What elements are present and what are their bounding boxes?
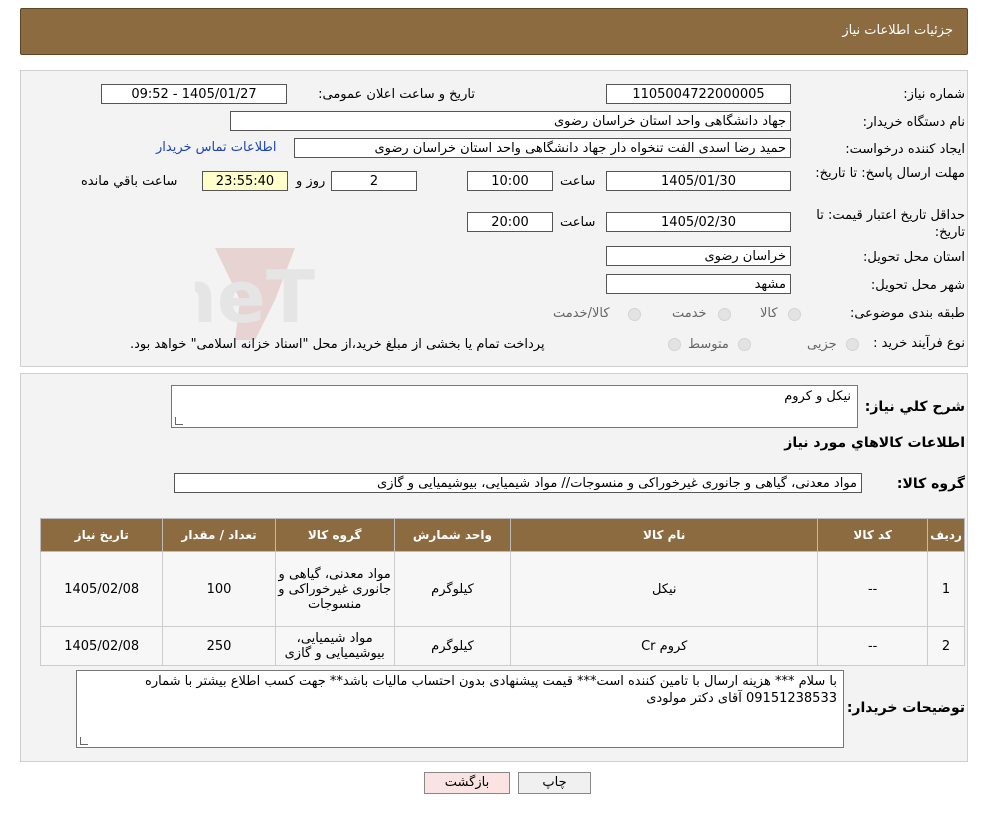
summary-textarea[interactable]: نیکل و کروم bbox=[171, 385, 858, 428]
validity-time-field[interactable]: 20:00 bbox=[467, 212, 553, 232]
need-number-label: شماره نیاز: bbox=[903, 87, 965, 102]
col-goods-group: گروه کالا bbox=[274, 518, 395, 552]
treasury-payment-checkbox[interactable] bbox=[668, 338, 681, 351]
page-title: جزئیات اطلاعات نیاز bbox=[842, 23, 953, 38]
treasury-payment-note: پرداخت تمام یا بخشی از مبلغ خرید،از محل … bbox=[130, 337, 545, 352]
announce-datetime-field[interactable]: 1405/01/27 - 09:52 bbox=[101, 84, 287, 104]
category-option-goods-service: کالا/خدمت bbox=[553, 306, 610, 321]
time-remaining-label: ساعت باقي مانده bbox=[81, 174, 178, 189]
col-item-code: کد کالا bbox=[817, 518, 929, 552]
items-section-title: اطلاعات کالاهاي مورد نياز bbox=[784, 435, 965, 451]
deadline-time-label: ساعت bbox=[560, 174, 596, 189]
goods-group-field[interactable]: مواد معدنی، گیاهی و جانوری غیرخوراکی و م… bbox=[174, 473, 862, 493]
summary-label: شرح کلي نياز: bbox=[864, 399, 965, 415]
process-option-medium: متوسط bbox=[688, 337, 729, 352]
item-group: مواد معدنی، گیاهی و جانوری غیرخوراکی و م… bbox=[274, 551, 395, 627]
table-row: 2 -- کروم Cr کیلوگرم مواد شیمیایی، بیوشی… bbox=[39, 626, 965, 666]
buyer-contact-link[interactable]: اطلاعات تماس خریدار bbox=[156, 140, 276, 155]
category-radio-goods[interactable] bbox=[788, 308, 801, 321]
process-option-minor: جزیی bbox=[807, 337, 837, 352]
item-code: -- bbox=[817, 626, 929, 666]
category-option-goods: کالا bbox=[760, 306, 778, 321]
resize-handle-icon[interactable] bbox=[175, 417, 183, 425]
days-label: روز و bbox=[296, 174, 326, 189]
buyer-notes-text: با سلام *** هزینه ارسال با تامین کننده ا… bbox=[145, 674, 837, 706]
item-group: مواد شیمیایی، بیوشیمیایی و گازی bbox=[274, 626, 395, 666]
validity-date-field[interactable]: 1405/02/30 bbox=[606, 212, 791, 232]
print-button[interactable]: چاپ bbox=[518, 772, 591, 794]
item-unit: کیلوگرم bbox=[393, 626, 512, 666]
item-quantity: 100 bbox=[162, 551, 276, 627]
process-radio-medium[interactable] bbox=[738, 338, 751, 351]
col-quantity: تعداد / مقدار bbox=[162, 518, 276, 552]
table-row: 1 -- نیکل کیلوگرم مواد معدنی، گیاهی و جا… bbox=[39, 551, 965, 627]
announce-label: تاریخ و ساعت اعلان عمومی: bbox=[318, 87, 475, 102]
buyer-org-label: نام دستگاه خریدار: bbox=[862, 115, 965, 130]
deadline-label: مهلت ارسال پاسخ: تا تاریخ: bbox=[815, 166, 965, 181]
deadline-date-field[interactable]: 1405/01/30 bbox=[606, 171, 791, 191]
item-need-date: 1405/02/08 bbox=[39, 626, 164, 666]
creator-label: ایجاد کننده درخواست: bbox=[845, 142, 965, 157]
price-validity-label: حداقل تاریخ اعتبار قیمت: تا تاریخ: bbox=[816, 208, 965, 240]
category-option-service: خدمت bbox=[672, 306, 707, 321]
days-remaining-field[interactable]: 2 bbox=[331, 171, 417, 191]
summary-text: نیکل و کروم bbox=[784, 389, 851, 404]
row-number: 2 bbox=[927, 626, 965, 666]
process-radio-minor[interactable] bbox=[846, 338, 859, 351]
page-header: جزئیات اطلاعات نیاز bbox=[20, 8, 968, 55]
city-label: شهر محل تحویل: bbox=[870, 278, 965, 293]
row-number: 1 bbox=[927, 551, 965, 627]
category-radio-goods-service[interactable] bbox=[628, 308, 641, 321]
province-label: استان محل تحویل: bbox=[863, 250, 965, 265]
item-code: -- bbox=[817, 551, 929, 627]
item-name: نیکل bbox=[510, 551, 819, 627]
item-quantity: 250 bbox=[162, 626, 276, 666]
process-type-label: نوع فرآیند خرید : bbox=[873, 336, 965, 351]
time-remaining-field[interactable]: 23:55:40 bbox=[202, 171, 288, 191]
province-field[interactable]: خراسان رضوی bbox=[606, 246, 791, 266]
item-unit: کیلوگرم bbox=[393, 551, 512, 627]
col-need-date: تاریخ نیاز bbox=[39, 518, 164, 552]
category-radio-service[interactable] bbox=[718, 308, 731, 321]
back-button[interactable]: بازگشت bbox=[424, 772, 510, 794]
goods-group-label: گروه کالا: bbox=[896, 476, 965, 492]
deadline-time-field[interactable]: 10:00 bbox=[467, 171, 553, 191]
col-item-name: نام کالا bbox=[510, 518, 819, 552]
items-table-header: ردیف کد کالا نام کالا واحد شمارش گروه کا… bbox=[39, 518, 965, 552]
item-need-date: 1405/02/08 bbox=[39, 551, 164, 627]
buyer-org-field[interactable]: جهاد دانشگاهی واحد استان خراسان رضوی bbox=[230, 111, 791, 131]
col-unit: واحد شمارش bbox=[393, 518, 512, 552]
item-name: کروم Cr bbox=[510, 626, 819, 666]
category-label: طبقه بندی موضوعی: bbox=[849, 306, 965, 321]
buyer-notes-textarea[interactable]: با سلام *** هزینه ارسال با تامین کننده ا… bbox=[76, 670, 844, 748]
validity-time-label: ساعت bbox=[560, 215, 596, 230]
need-number-field[interactable]: 1105004722000005 bbox=[606, 84, 791, 104]
city-field[interactable]: مشهد bbox=[606, 274, 791, 294]
creator-field[interactable]: حمید رضا اسدی الفت تنخواه دار جهاد دانشگ… bbox=[294, 138, 791, 158]
items-table: ردیف کد کالا نام کالا واحد شمارش گروه کا… bbox=[39, 518, 965, 666]
resize-handle-icon[interactable] bbox=[80, 737, 88, 745]
col-row-number: ردیف bbox=[927, 518, 965, 552]
buyer-notes-label: توضیحات خریدار: bbox=[846, 700, 965, 716]
